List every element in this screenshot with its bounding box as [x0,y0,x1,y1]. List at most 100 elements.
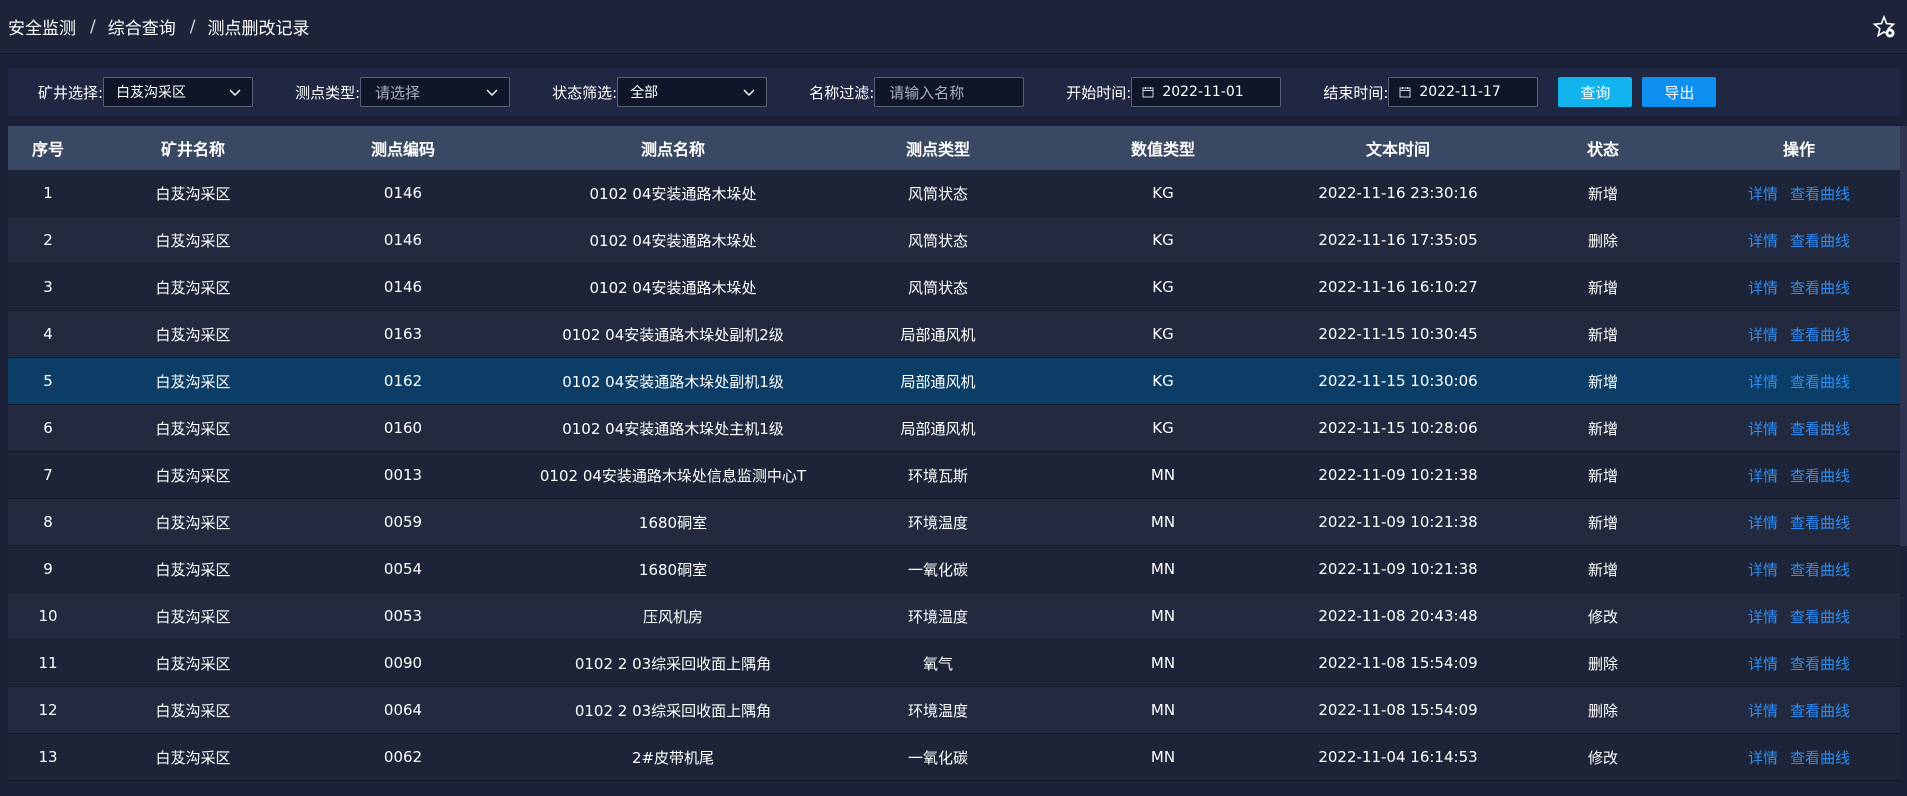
view-curve-link[interactable]: 查看曲线 [1790,653,1850,674]
view-curve-link[interactable]: 查看曲线 [1790,559,1850,580]
detail-link[interactable]: 详情 [1748,512,1778,533]
cell-status: 新增 [1587,419,1618,438]
view-curve-link[interactable]: 查看曲线 [1790,230,1850,251]
breadcrumb-separator: / [189,16,196,37]
detail-link[interactable]: 详情 [1748,465,1778,486]
cell-status: 删除 [1587,231,1618,250]
table-row[interactable]: 3 白芨沟采区 0146 0102 04安装通路木垛处 风筒状态 KG 2022-11-16… [8,264,1900,311]
view-curve-link[interactable]: 查看曲线 [1790,512,1850,533]
view-curve-link[interactable]: 查看曲线 [1790,606,1850,627]
vertical-scrollbar[interactable] [1900,126,1907,546]
export-button[interactable]: 导出 [1642,77,1717,107]
cell-index: 2 [43,231,53,249]
filter-bar: 矿井选择: 白芨沟采区 测点类型: 请选择 状态筛选: 全部 名称过滤: 请输入… [8,68,1901,116]
breadcrumb-item-query[interactable]: 综合查询 [108,14,176,39]
cell-mine: 白芨沟采区 [155,231,231,250]
name-filter-placeholder: 请输入名称 [889,83,965,102]
status-select[interactable]: 全部 [617,77,768,107]
cell-mine: 白芨沟采区 [155,513,231,532]
cell-status: 新增 [1587,184,1618,203]
cell-name: 0102 04安装通路木垛处副机1级 [562,372,784,391]
view-curve-link[interactable]: 查看曲线 [1790,371,1850,392]
cell-value-type: MN [1150,607,1176,625]
table-row[interactable]: 4 白芨沟采区 0163 0102 04安装通路木垛处副机2级 局部通风机 KG 2022-… [8,311,1900,358]
cell-value-type: KG [1152,419,1174,437]
view-curve-link[interactable]: 查看曲线 [1790,418,1850,439]
table-row[interactable]: 2 白芨沟采区 0146 0102 04安装通路木垛处 风筒状态 KG 2022-11-16… [8,217,1900,264]
table-row[interactable]: 11 白芨沟采区 0090 0102 2 03综采回收面上隅角 氧气 MN 2022-11-… [8,640,1900,687]
table-row[interactable]: 1 白芨沟采区 0146 0102 04安装通路木垛处 风筒状态 KG 2022-11-16… [8,170,1900,217]
start-date-value: 2022-11-01 [1162,84,1244,100]
detail-link[interactable]: 详情 [1748,371,1778,392]
cell-time: 2022-11-08 15:54:09 [1318,701,1478,719]
view-curve-link[interactable]: 查看曲线 [1790,747,1850,768]
cell-mine: 白芨沟采区 [155,419,231,438]
breadcrumb-item-safety[interactable]: 安全监测 [8,14,76,39]
name-filter-input[interactable]: 请输入名称 [874,77,1025,107]
detail-link[interactable]: 详情 [1748,747,1778,768]
favorite-button[interactable] [1871,14,1897,40]
cell-value-type: KG [1152,325,1174,343]
table-row[interactable]: 6 白芨沟采区 0160 0102 04安装通路木垛处主机1级 局部通风机 KG 2022-… [8,405,1900,452]
mine-select[interactable]: 白芨沟采区 [103,77,254,107]
query-button[interactable]: 查询 [1558,77,1633,107]
cell-time: 2022-11-08 15:54:09 [1318,654,1478,672]
cell-index: 6 [43,419,53,437]
cell-code: 0090 [383,654,423,672]
cell-time: 2022-11-04 16:14:53 [1318,748,1478,766]
cell-type: 一氧化碳 [907,560,968,579]
detail-link[interactable]: 详情 [1748,324,1778,345]
table-row[interactable]: 9 白芨沟采区 0054 1680硐室 一氧化碳 MN 2022-11-09 10:21:3… [8,546,1900,593]
cell-type: 环境温度 [907,701,968,720]
table-row[interactable]: 13 白芨沟采区 0062 2#皮带机尾 一氧化碳 MN 2022-11-04 16:14:… [8,734,1900,781]
type-select[interactable]: 请选择 [360,77,511,107]
detail-link[interactable]: 详情 [1748,418,1778,439]
column-header-actions: 操作 [1782,140,1815,159]
cell-time: 2022-11-09 10:21:38 [1318,560,1478,578]
cell-status: 修改 [1587,748,1618,767]
cell-time: 2022-11-15 10:30:06 [1318,372,1478,390]
view-curve-link[interactable]: 查看曲线 [1790,277,1850,298]
view-curve-link[interactable]: 查看曲线 [1790,324,1850,345]
detail-link[interactable]: 详情 [1748,277,1778,298]
view-curve-link[interactable]: 查看曲线 [1790,465,1850,486]
cell-type: 环境瓦斯 [907,466,968,485]
cell-status: 修改 [1587,607,1618,626]
end-date-picker[interactable]: 2022-11-17 [1388,77,1539,107]
cell-index: 13 [38,748,58,766]
cell-type: 氧气 [922,654,953,673]
table-row[interactable]: 5 白芨沟采区 0162 0102 04安装通路木垛处副机1级 局部通风机 KG 2022-… [8,358,1900,405]
detail-link[interactable]: 详情 [1748,559,1778,580]
cell-actions: 详情 查看曲线 [1698,700,1900,721]
column-header-value-type: 数值类型 [1130,140,1195,159]
name-filter-label: 名称过滤: [809,83,875,102]
cell-index: 1 [43,184,53,202]
column-header-name: 测点名称 [640,140,705,159]
view-curve-link[interactable]: 查看曲线 [1790,183,1850,204]
view-curve-link[interactable]: 查看曲线 [1790,700,1850,721]
table-row[interactable]: 12 白芨沟采区 0064 0102 2 03综采回收面上隅角 环境温度 MN 2022-1… [8,687,1900,734]
detail-link[interactable]: 详情 [1748,230,1778,251]
cell-actions: 详情 查看曲线 [1698,418,1900,439]
cell-status: 删除 [1587,654,1618,673]
cell-code: 0163 [383,325,423,343]
cell-status: 新增 [1587,466,1618,485]
detail-link[interactable]: 详情 [1748,606,1778,627]
cell-code: 0146 [383,184,423,202]
cell-mine: 白芨沟采区 [155,701,231,720]
cell-value-type: MN [1150,701,1176,719]
table-row[interactable]: 8 白芨沟采区 0059 1680硐室 环境温度 MN 2022-11-09 10:21:3… [8,499,1900,546]
cell-status: 新增 [1587,513,1618,532]
start-date-picker[interactable]: 2022-11-01 [1131,77,1282,107]
table-row[interactable]: 10 白芨沟采区 0053 压风机房 环境温度 MN 2022-11-08 20:43:48… [8,593,1900,640]
cell-code: 0013 [383,466,423,484]
cell-value-type: KG [1152,372,1174,390]
cell-value-type: KG [1152,184,1174,202]
cell-actions: 详情 查看曲线 [1698,606,1900,627]
cell-name: 0102 04安装通路木垛处信息监测中心T [539,466,807,485]
detail-link[interactable]: 详情 [1748,700,1778,721]
table-row[interactable]: 7 白芨沟采区 0013 0102 04安装通路木垛处信息监测中心T 环境瓦斯 MN 202… [8,452,1900,499]
detail-link[interactable]: 详情 [1748,183,1778,204]
detail-link[interactable]: 详情 [1748,653,1778,674]
cell-mine: 白芨沟采区 [155,325,231,344]
